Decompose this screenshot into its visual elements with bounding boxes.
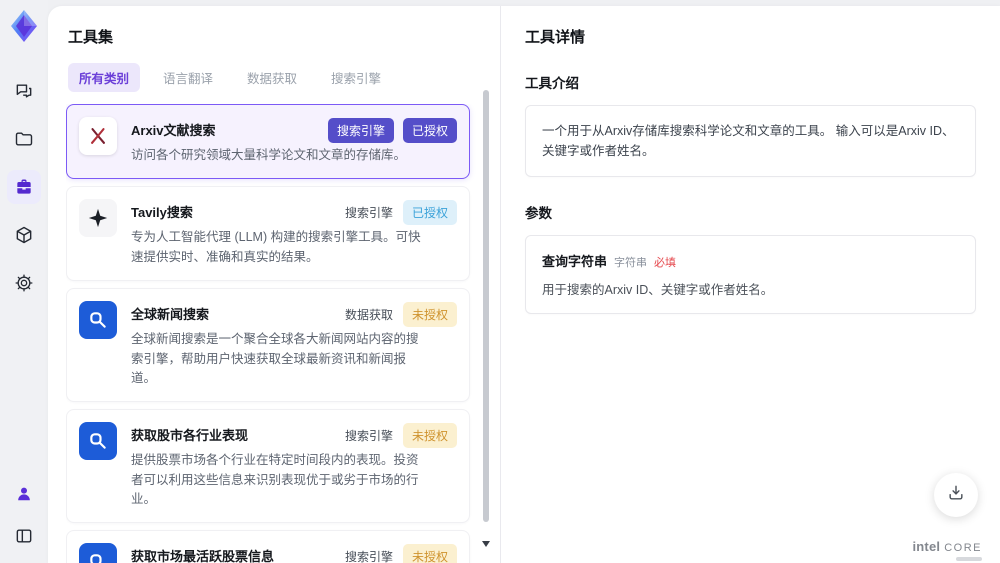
- tool-category-badge: 搜索引擎: [327, 118, 394, 143]
- download-button[interactable]: [934, 473, 978, 517]
- tool-category-badge: 数据获取: [344, 308, 393, 323]
- active-stock-icon: [79, 543, 117, 563]
- tab-category-1[interactable]: 语言翻译: [152, 63, 224, 92]
- tavily-icon: [79, 199, 117, 238]
- page-title: 工具集: [68, 29, 114, 46]
- cube-icon: [14, 225, 34, 245]
- tool-card-4[interactable]: 获取市场最活跃股票信息 提供当天交易量最高的股票列表。投资者可以利用这些信息来识…: [66, 530, 470, 563]
- tool-category-badge: 搜索引擎: [344, 550, 393, 563]
- scroll-down-arrow-icon[interactable]: [482, 541, 490, 547]
- tool-card-0[interactable]: Arxiv文献搜索 访问各个研究领域大量科学论文和文章的存储库。 搜索引擎 已授…: [66, 104, 470, 180]
- param-description: 用于搜索的Arxiv ID、关键字或作者姓名。: [542, 283, 774, 297]
- tool-card-1[interactable]: Tavily搜索 专为人工智能代理 (LLM) 构建的搜索引擎工具。可快速提供实…: [66, 186, 470, 282]
- details-title: 工具详情: [525, 29, 586, 46]
- toolbox-icon: [14, 177, 34, 197]
- tool-auth-badge: 未授权: [402, 423, 457, 449]
- tab-category-2[interactable]: 数据获取: [236, 63, 308, 92]
- intel-wordmark: intel: [912, 539, 941, 554]
- tool-auth-badge: 未授权: [402, 302, 457, 328]
- param-type: 字符串: [614, 257, 648, 269]
- tab-category-3[interactable]: 搜索引擎: [320, 63, 392, 92]
- param-required-badge: 必填: [654, 257, 677, 269]
- intro-text: 一个用于从Arxiv存储库搜索科学论文和文章的工具。 输入可以是Arxiv ID…: [542, 124, 955, 158]
- chat-icon: [14, 81, 34, 101]
- app-sidebar: [0, 0, 48, 563]
- tool-category-badge: 搜索引擎: [344, 206, 393, 221]
- param-name: 查询字符串: [542, 254, 608, 269]
- sidebar-item-collapse[interactable]: [7, 519, 41, 553]
- download-icon: [946, 483, 966, 508]
- tool-description: 专为人工智能代理 (LLM) 构建的搜索引擎工具。可快速提供实时、准确和真实的结…: [131, 230, 421, 264]
- arxiv-icon: [79, 117, 117, 155]
- sidebar-item-chat[interactable]: [7, 74, 41, 108]
- sidebar-item-tools[interactable]: [7, 170, 41, 204]
- sidebar-item-account[interactable]: [7, 477, 41, 511]
- tool-details-panel: 工具详情 工具介绍 一个用于从Arxiv存储库搜索科学论文和文章的工具。 输入可…: [500, 6, 1000, 563]
- user-icon: [14, 484, 34, 504]
- tab-category-0[interactable]: 所有类别: [68, 63, 141, 92]
- tool-description: 全球新闻搜索是一个聚合全球各大新闻网站内容的搜索引擎，帮助用户快速获取全球最新资…: [131, 332, 419, 385]
- tool-auth-badge: 未授权: [402, 544, 457, 563]
- gear-icon: [14, 273, 34, 293]
- sidebar-item-settings[interactable]: [7, 266, 41, 300]
- tool-list: Arxiv文献搜索 访问各个研究领域大量科学论文和文章的存储库。 搜索引擎 已授…: [66, 104, 500, 563]
- intel-logo-accent: [956, 557, 982, 561]
- tool-category-badge: 搜索引擎: [344, 429, 393, 444]
- tool-card-2[interactable]: 全球新闻搜索 全球新闻搜索是一个聚合全球各大新闻网站内容的搜索引擎，帮助用户快速…: [66, 288, 470, 403]
- list-scrollbar[interactable]: [483, 90, 489, 522]
- split-panel-icon: [14, 526, 34, 546]
- folder-icon: [14, 129, 34, 149]
- tool-description: 访问各个研究领域大量科学论文和文章的存储库。: [131, 148, 407, 162]
- tool-card-3[interactable]: 获取股市各行业表现 提供股票市场各个行业在特定时间段内的表现。投资者可以利用这些…: [66, 409, 470, 524]
- news-search-icon: [79, 301, 117, 340]
- tool-auth-badge: 已授权: [402, 118, 457, 143]
- intro-box: 一个用于从Arxiv存储库搜索科学论文和文章的工具。 输入可以是Arxiv ID…: [525, 105, 976, 177]
- tool-collection-panel: 工具集 所有类别 语言翻译 数据获取 搜索引擎 Arxiv文献搜索 访问各个研究领域大…: [48, 6, 500, 563]
- app-logo-icon[interactable]: [6, 8, 42, 44]
- main-surface: 工具集 所有类别 语言翻译 数据获取 搜索引擎 Arxiv文献搜索 访问各个研究领域大…: [48, 6, 1000, 563]
- category-tabs: 所有类别 语言翻译 数据获取 搜索引擎: [68, 63, 500, 92]
- core-wordmark: CORE: [944, 542, 982, 554]
- intel-core-logo: intel CORE: [912, 539, 982, 554]
- params-heading: 参数: [525, 206, 552, 221]
- param-box: 查询字符串 字符串 必填 用于搜索的Arxiv ID、关键字或作者姓名。: [525, 235, 976, 314]
- intro-heading: 工具介绍: [525, 76, 579, 91]
- tool-auth-badge: 已授权: [402, 200, 457, 226]
- sidebar-item-files[interactable]: [7, 122, 41, 156]
- tool-description: 提供股票市场各个行业在特定时间段内的表现。投资者可以利用这些信息来识别表现优于或…: [131, 453, 419, 506]
- sidebar-item-models[interactable]: [7, 218, 41, 252]
- stock-sector-icon: [79, 422, 117, 461]
